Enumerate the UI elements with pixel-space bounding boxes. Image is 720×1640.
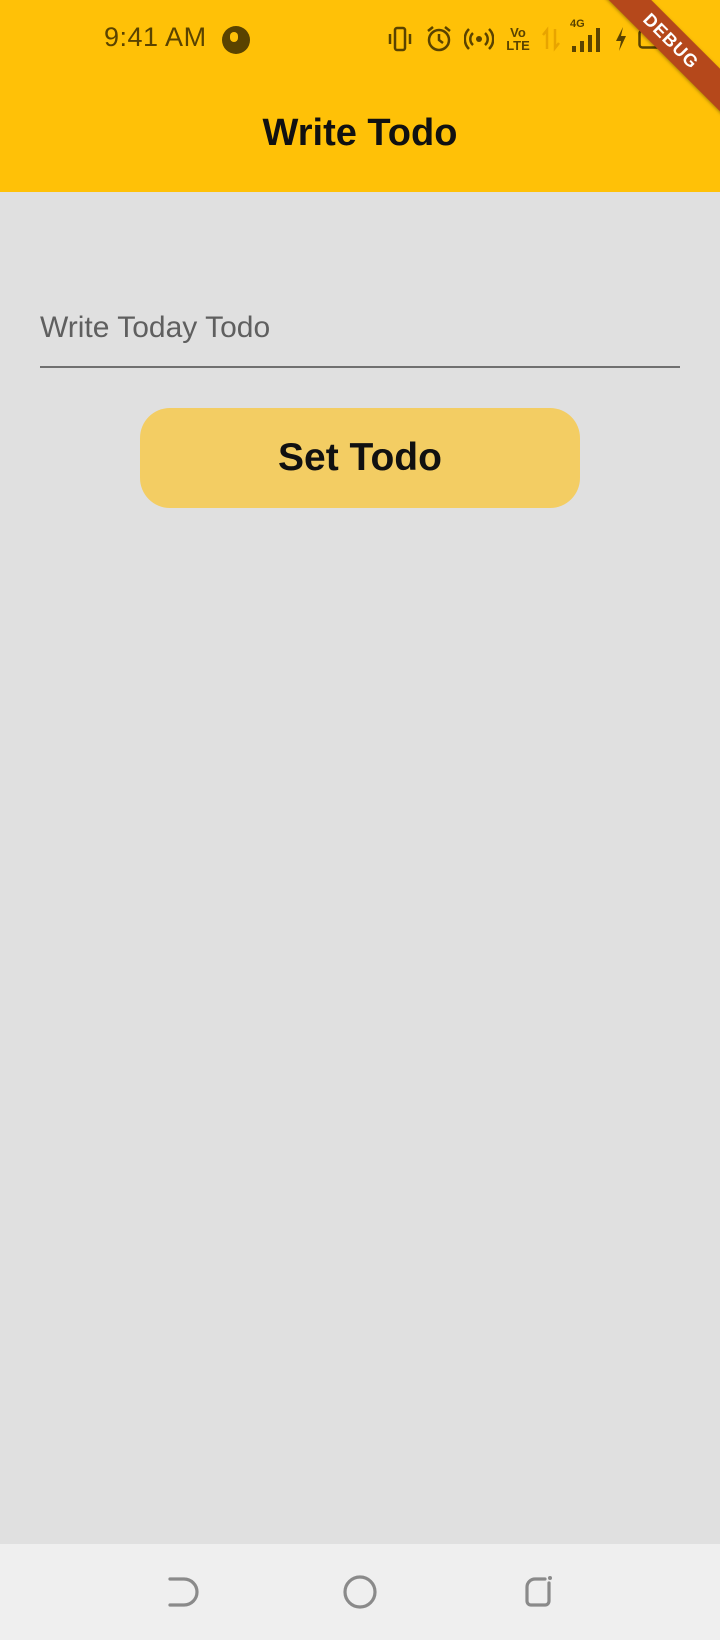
status-bar: 9:41 AM Vo LTE 4G DEBUG [0,0,720,119]
todo-input[interactable] [40,290,680,368]
back-icon[interactable] [158,1570,202,1614]
charging-icon [616,27,626,51]
app-notification-icon [222,26,250,54]
debug-banner: DEBUG [593,0,720,119]
system-nav-bar [0,1544,720,1640]
volte-icon: Vo LTE [504,26,532,52]
recents-icon[interactable] [518,1570,562,1614]
home-icon[interactable] [338,1570,382,1614]
volte-bottom-label: LTE [506,38,530,53]
status-icons: Vo LTE 4G [386,18,668,56]
todo-screen: 9:41 AM Vo LTE 4G DEBUG Write Todo Write… [0,0,720,1640]
hotspot-icon [464,28,494,50]
data-arrows-icon [542,26,560,52]
app-header: 9:41 AM Vo LTE 4G DEBUG Write Todo [0,0,720,192]
vibrate-icon [388,26,412,52]
signal-icon: 4G [570,18,604,54]
status-time: 9:41 AM [104,22,207,52]
page-title: Write Todo [262,112,458,154]
alarm-icon [427,26,451,52]
set-todo-button[interactable]: Set Todo [140,408,580,508]
